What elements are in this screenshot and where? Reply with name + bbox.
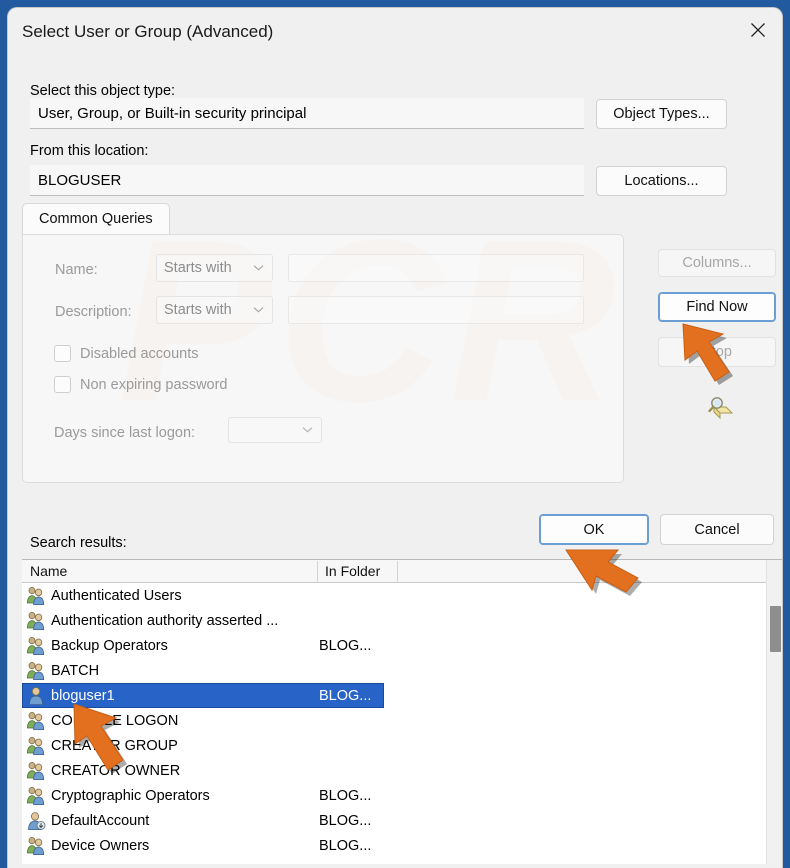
row-name: Authenticated Users bbox=[51, 588, 319, 604]
non-expiring-password-checkbox[interactable]: Non expiring password bbox=[54, 376, 228, 393]
group-icon bbox=[26, 786, 46, 805]
row-name: Device Owners bbox=[51, 838, 319, 854]
row-name: CREATOR GROUP bbox=[51, 738, 319, 754]
scrollbar-thumb[interactable] bbox=[770, 606, 781, 652]
table-row[interactable]: CONSOLE LOGON bbox=[22, 708, 766, 733]
row-name: CONSOLE LOGON bbox=[51, 713, 319, 729]
row-name: Cryptographic Operators bbox=[51, 788, 319, 804]
table-row[interactable]: BATCH bbox=[22, 658, 766, 683]
group-icon bbox=[26, 711, 46, 730]
column-header-name[interactable]: Name bbox=[30, 563, 67, 579]
page-title: Select User or Group (Advanced) bbox=[22, 22, 273, 42]
tab-strip: Common Queries bbox=[22, 203, 624, 234]
table-row[interactable]: bloguser1BLOG... bbox=[22, 683, 384, 708]
user-badge-icon bbox=[26, 811, 46, 830]
checkbox-box bbox=[54, 376, 71, 393]
chevron-down-icon bbox=[253, 301, 264, 317]
chevron-down-icon bbox=[253, 259, 264, 275]
columns-button[interactable]: Columns... bbox=[658, 249, 776, 277]
description-operator-select[interactable]: Starts with bbox=[156, 296, 273, 324]
table-row[interactable]: Authenticated Users bbox=[22, 583, 766, 608]
table-row[interactable]: Authentication authority asserted ... bbox=[22, 608, 766, 633]
common-queries-panel: Name: Starts with Description: Starts wi… bbox=[22, 234, 624, 483]
location-field[interactable]: BLOGUSER bbox=[30, 165, 584, 196]
name-operator-value: Starts with bbox=[164, 260, 232, 276]
name-operator-select[interactable]: Starts with bbox=[156, 254, 273, 282]
object-types-button[interactable]: Object Types... bbox=[596, 99, 727, 129]
row-in-folder: BLOG... bbox=[319, 638, 371, 654]
name-value-input[interactable] bbox=[288, 254, 584, 282]
search-results-label: Search results: bbox=[30, 535, 127, 551]
tab-common-queries[interactable]: Common Queries bbox=[22, 203, 170, 234]
stop-button[interactable]: Stop bbox=[658, 337, 776, 367]
disabled-accounts-label: Disabled accounts bbox=[80, 346, 199, 362]
magnifier-folder-icon bbox=[705, 394, 735, 420]
row-in-folder: BLOG... bbox=[319, 788, 371, 804]
row-name: Backup Operators bbox=[51, 638, 319, 654]
description-value-input[interactable] bbox=[288, 296, 584, 324]
column-header-in-folder[interactable]: In Folder bbox=[325, 563, 380, 579]
row-name: Authentication authority asserted ... bbox=[51, 613, 319, 629]
group-icon bbox=[26, 636, 46, 655]
cancel-button[interactable]: Cancel bbox=[660, 514, 774, 545]
description-operator-value: Starts with bbox=[164, 302, 232, 318]
description-label: Description: bbox=[55, 304, 132, 320]
group-icon bbox=[26, 761, 46, 780]
vertical-scrollbar[interactable] bbox=[766, 560, 782, 864]
row-name: bloguser1 bbox=[51, 688, 319, 704]
row-name: BATCH bbox=[51, 663, 319, 679]
table-row[interactable]: Cryptographic OperatorsBLOG... bbox=[22, 783, 766, 808]
location-label: From this location: bbox=[30, 143, 148, 159]
group-icon bbox=[26, 611, 46, 630]
group-icon bbox=[26, 586, 46, 605]
group-icon bbox=[26, 661, 46, 680]
table-row[interactable]: CREATOR OWNER bbox=[22, 758, 766, 783]
table-row[interactable]: DefaultAccountBLOG... bbox=[22, 808, 766, 833]
object-type-field[interactable]: User, Group, or Built-in security princi… bbox=[30, 98, 584, 129]
name-label: Name: bbox=[55, 262, 98, 278]
table-row[interactable]: Device OwnersBLOG... bbox=[22, 833, 766, 858]
row-name: CREATOR OWNER bbox=[51, 763, 319, 779]
chevron-down-icon bbox=[302, 421, 313, 437]
close-icon[interactable] bbox=[734, 8, 782, 52]
find-now-button[interactable]: Find Now bbox=[658, 292, 776, 322]
user-icon bbox=[26, 686, 46, 705]
table-row[interactable]: CREATOR GROUP bbox=[22, 733, 766, 758]
ok-button[interactable]: OK bbox=[539, 514, 649, 545]
column-divider[interactable] bbox=[397, 561, 398, 582]
checkbox-box bbox=[54, 345, 71, 362]
days-since-logon-select[interactable] bbox=[228, 417, 322, 443]
result-rows: Authenticated Users Authentication author… bbox=[22, 583, 766, 858]
row-in-folder: BLOG... bbox=[319, 813, 371, 829]
title-bar: Select User or Group (Advanced) bbox=[8, 8, 782, 62]
group-icon bbox=[26, 836, 46, 855]
select-user-or-group-dialog: PCR ISK.COM Select User or Group (Advanc… bbox=[8, 8, 782, 868]
non-expiring-password-label: Non expiring password bbox=[80, 377, 228, 393]
disabled-accounts-checkbox[interactable]: Disabled accounts bbox=[54, 345, 199, 362]
column-divider[interactable] bbox=[317, 561, 318, 582]
days-since-logon-label: Days since last logon: bbox=[54, 425, 195, 441]
search-results-listview[interactable]: Name In Folder Authenticated UsersAuthen… bbox=[22, 559, 782, 864]
row-name: DefaultAccount bbox=[51, 813, 319, 829]
row-in-folder: BLOG... bbox=[319, 688, 371, 704]
table-row[interactable]: Backup OperatorsBLOG... bbox=[22, 633, 766, 658]
group-icon bbox=[26, 736, 46, 755]
object-type-label: Select this object type: bbox=[30, 83, 175, 99]
list-column-headers: Name In Folder bbox=[22, 560, 782, 583]
row-in-folder: BLOG... bbox=[319, 838, 371, 854]
locations-button[interactable]: Locations... bbox=[596, 166, 727, 196]
